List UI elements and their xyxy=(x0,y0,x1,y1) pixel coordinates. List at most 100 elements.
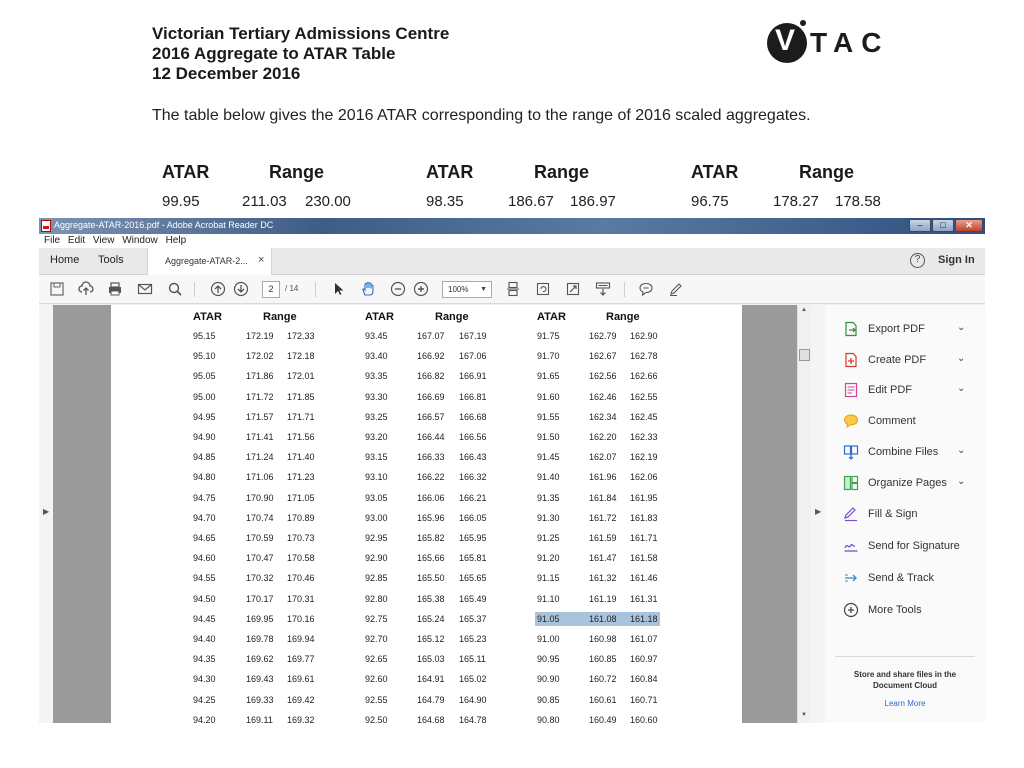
range-cell: 165.24 xyxy=(417,613,445,624)
table-row: 94.80 171.06 171.23 93.10 166.22 166.32 91.40 1… xyxy=(111,472,742,492)
range-cell: 161.71 xyxy=(630,533,658,543)
menu-help[interactable]: Help xyxy=(166,234,187,248)
tab-tools[interactable]: Tools xyxy=(98,254,124,266)
atar-cell: 94.30 xyxy=(193,674,216,685)
panel-item-more-tools[interactable]: More Tools xyxy=(825,599,985,623)
panel-item-label: Send for Signature xyxy=(868,540,960,552)
fit-page-icon[interactable] xyxy=(504,280,522,298)
range-cell: 162.20 xyxy=(589,432,617,442)
zoom-out-icon[interactable] xyxy=(389,280,407,298)
range-cell: 169.77 xyxy=(287,654,315,665)
range-cell: 162.78 xyxy=(630,351,658,362)
range-cell: 161.95 xyxy=(630,492,658,503)
hand-tool-icon[interactable] xyxy=(359,280,377,298)
vertical-scrollbar[interactable]: ▲ ▼ xyxy=(797,305,811,723)
panel-item-create-pdf[interactable]: Create PDF ⌄ xyxy=(825,349,985,373)
menu-window[interactable]: Window xyxy=(122,234,158,248)
minimize-button[interactable]: – xyxy=(909,219,931,232)
range-cell: 166.05 xyxy=(459,512,487,523)
range-cell: 162.33 xyxy=(630,432,658,442)
close-tab-icon[interactable]: × xyxy=(258,254,264,266)
atar-cell: 94.80 xyxy=(193,472,216,483)
tab-home[interactable]: Home xyxy=(50,254,79,266)
column-header-atar: ATAR xyxy=(365,311,394,323)
page-total: / 14 xyxy=(285,284,299,293)
select-cursor-icon[interactable] xyxy=(330,280,348,298)
left-pane-toggle[interactable]: ▶ xyxy=(39,305,53,723)
range-cell: 170.17 xyxy=(246,593,274,604)
atar-cell: 91.10 xyxy=(537,593,560,604)
atar-cell: 92.60 xyxy=(365,674,388,685)
save-icon[interactable] xyxy=(48,280,66,298)
rotate-icon[interactable] xyxy=(534,280,552,298)
panel-item-organize-pages[interactable]: Organize Pages ⌄ xyxy=(825,472,985,496)
range-cell: 162.07 xyxy=(589,452,617,463)
menu-file[interactable]: File xyxy=(44,234,60,248)
highlight-pen-icon[interactable] xyxy=(667,280,685,298)
range-cell: 166.32 xyxy=(459,472,487,483)
email-icon[interactable] xyxy=(136,280,154,298)
chevron-down-icon[interactable]: ⌄ xyxy=(957,445,965,456)
panel-item-send-signature[interactable]: Send for Signature xyxy=(825,535,985,559)
chevron-down-icon[interactable]: ⌄ xyxy=(957,353,965,364)
menu-view[interactable]: View xyxy=(93,234,115,248)
full-screen-icon[interactable] xyxy=(564,280,582,298)
range-cell: 160.84 xyxy=(630,674,658,685)
scroll-up-icon[interactable]: ▲ xyxy=(801,307,807,313)
chevron-down-icon[interactable]: ⌄ xyxy=(957,476,965,487)
range-cell: 172.18 xyxy=(287,351,315,362)
panel-item-combine-files[interactable]: Combine Files ⌄ xyxy=(825,441,985,465)
prev-page-icon[interactable] xyxy=(209,280,227,298)
atar-cell: 93.15 xyxy=(365,452,388,463)
help-icon[interactable]: ? xyxy=(910,253,925,268)
title-bar[interactable]: Aggregate-ATAR-2016.pdf - Adobe Acrobat … xyxy=(39,218,985,234)
range-cell: 169.95 xyxy=(246,613,274,624)
learn-more-link[interactable]: Learn More xyxy=(835,699,975,708)
panel-item-export-pdf[interactable]: Export PDF ⌄ xyxy=(825,318,985,342)
maximize-button[interactable]: □ xyxy=(932,219,954,232)
table-row: 95.15 172.19 172.33 93.45 167.07 167.19 91.75 1… xyxy=(111,331,742,351)
atar-cell: 95.10 xyxy=(193,351,216,362)
scroll-down-icon[interactable]: ▼ xyxy=(801,712,807,718)
right-pane-toggle[interactable]: ▶ xyxy=(811,305,825,723)
panel-item-comment[interactable]: Comment xyxy=(825,410,985,434)
range-cell: 166.22 xyxy=(417,472,445,483)
chevron-down-icon[interactable]: ⌄ xyxy=(957,383,965,394)
range-cell: 167.19 xyxy=(459,331,487,341)
range-cell: 164.90 xyxy=(459,694,487,705)
panel-item-fill-sign[interactable]: Fill & Sign xyxy=(825,503,985,527)
search-icon[interactable] xyxy=(166,280,184,298)
range-cell: 171.57 xyxy=(246,411,274,422)
atar-cell: 92.70 xyxy=(365,634,388,644)
tab-document[interactable]: Aggregate-ATAR-2... × xyxy=(147,248,272,275)
range-cell: 169.62 xyxy=(246,654,274,665)
panel-item-send-track[interactable]: Send & Track xyxy=(825,567,985,591)
atar-cell: 92.90 xyxy=(365,553,388,564)
table-row: 95.10 172.02 172.18 93.40 166.92 167.06 91.70 1… xyxy=(111,351,742,371)
range-cell: 166.57 xyxy=(417,411,445,422)
close-window-button[interactable]: ✕ xyxy=(955,219,983,232)
atar-cell: 94.85 xyxy=(193,452,216,463)
table-row: 94.30 169.43 169.61 92.60 164.91 165.02 90.90 1… xyxy=(111,674,742,694)
comment-icon[interactable] xyxy=(637,280,655,298)
panel-item-edit-pdf[interactable]: Edit PDF ⌄ xyxy=(825,379,985,403)
atar-cell: 91.25 xyxy=(537,533,560,543)
chevron-down-icon[interactable]: ⌄ xyxy=(957,322,965,333)
atar-cell: 91.20 xyxy=(537,553,560,564)
sign-in-link[interactable]: Sign In xyxy=(938,254,975,266)
atar-cell: 91.60 xyxy=(537,391,560,402)
read-mode-icon[interactable] xyxy=(594,280,612,298)
range-cell: 162.34 xyxy=(589,411,617,422)
upload-icon[interactable] xyxy=(77,280,95,298)
zoom-select[interactable]: 100% ▼ xyxy=(442,281,492,298)
atar-cell: 93.30 xyxy=(365,391,388,402)
zoom-in-icon[interactable] xyxy=(412,280,430,298)
atar-cell: 92.75 xyxy=(365,613,388,624)
next-page-icon[interactable] xyxy=(232,280,250,298)
menu-edit[interactable]: Edit xyxy=(68,234,85,248)
print-icon[interactable] xyxy=(106,280,124,298)
page-number-input[interactable]: 2 xyxy=(262,281,280,298)
scrollbar-thumb[interactable] xyxy=(799,349,810,361)
tab-bar: Home Tools Aggregate-ATAR-2... × ? Sign … xyxy=(39,248,985,275)
chevron-right-icon: ▶ xyxy=(43,507,50,516)
